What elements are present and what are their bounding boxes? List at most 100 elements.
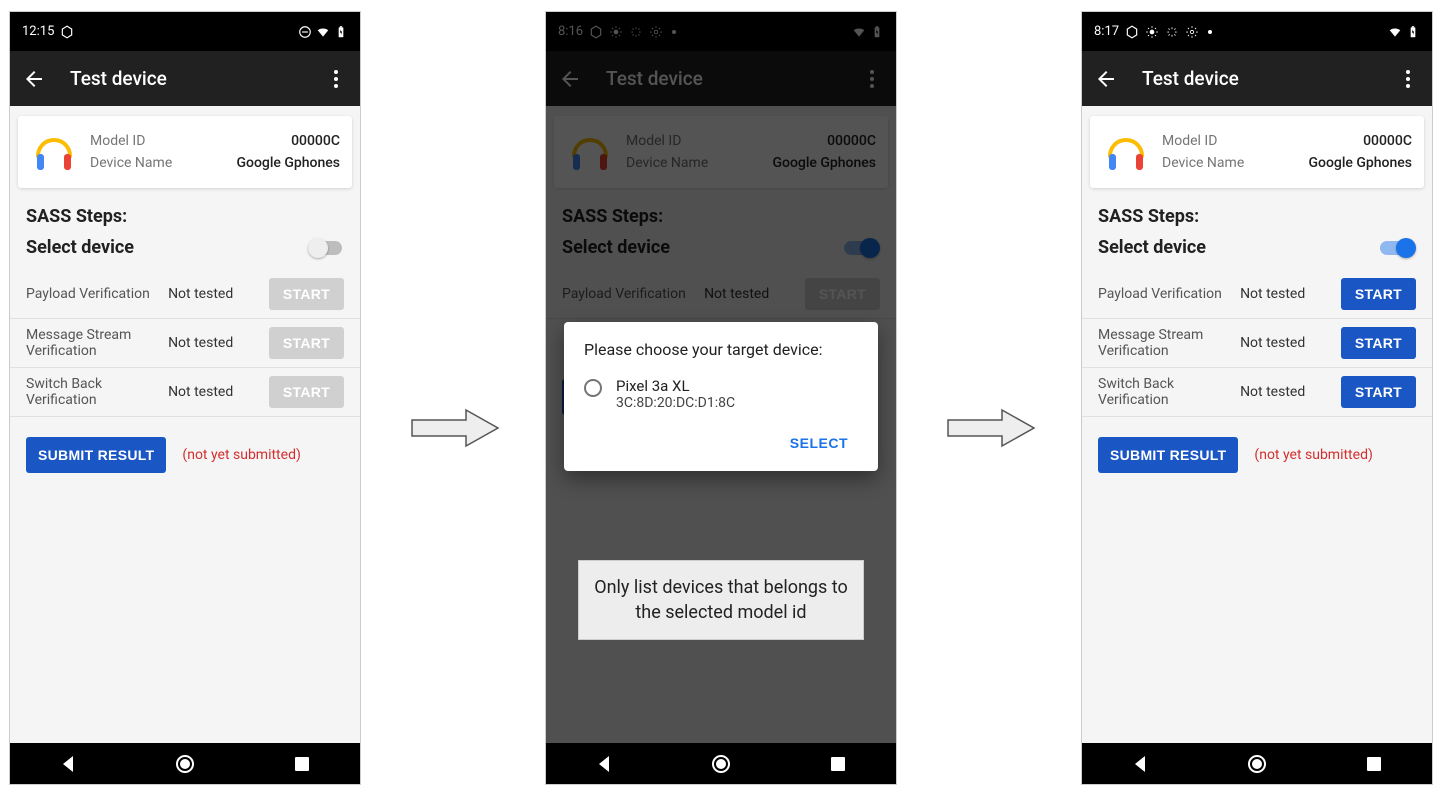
start-button[interactable]: START bbox=[269, 376, 344, 408]
test-row-switch-back: Switch Back Verification Not tested STAR… bbox=[1082, 368, 1432, 417]
nav-back-icon[interactable] bbox=[592, 752, 616, 776]
test-row-message-stream: Message Stream Verification Not tested S… bbox=[10, 319, 360, 368]
device-name-label: Device Name bbox=[1162, 152, 1244, 174]
gear-icon bbox=[1185, 25, 1199, 39]
radio-icon[interactable] bbox=[584, 379, 602, 397]
submit-result-button[interactable]: SUBMIT RESULT bbox=[26, 437, 166, 473]
flow-arrow-icon bbox=[946, 406, 1038, 450]
test-row-switch-back: Switch Back Verification Not tested STAR… bbox=[10, 368, 360, 417]
circle-minus-icon bbox=[298, 25, 312, 39]
overflow-menu-icon[interactable] bbox=[1396, 67, 1420, 91]
nav-bar bbox=[546, 743, 896, 784]
test-name: Payload Verification bbox=[26, 286, 160, 302]
device-info-card: Model ID 00000C Device Name Google Gphones bbox=[1090, 116, 1424, 188]
section-title: SASS Steps: bbox=[1082, 198, 1432, 231]
wifi-icon bbox=[316, 25, 330, 39]
app-title: Test device bbox=[70, 67, 324, 90]
nav-home-icon[interactable] bbox=[709, 752, 733, 776]
flow-arrow-icon bbox=[410, 406, 502, 450]
hexagon-icon bbox=[1125, 25, 1139, 39]
battery-icon bbox=[334, 25, 348, 39]
nav-home-icon[interactable] bbox=[1245, 752, 1269, 776]
nav-back-icon[interactable] bbox=[56, 752, 80, 776]
phone-screen-3: 8:17 Test device Model ID 00000C Device N… bbox=[1081, 11, 1433, 785]
start-button[interactable]: START bbox=[1341, 278, 1416, 310]
status-bar: 8:17 bbox=[1082, 12, 1432, 51]
test-row-payload: Payload Verification Not tested START bbox=[10, 270, 360, 319]
device-name-label: Device Name bbox=[90, 152, 172, 174]
submit-result-button[interactable]: SUBMIT RESULT bbox=[1098, 437, 1238, 473]
content-area: Model ID 00000C Device Name Google Gphones… bbox=[1082, 106, 1432, 743]
start-button[interactable]: START bbox=[1341, 327, 1416, 359]
dot-icon bbox=[1208, 30, 1212, 34]
headphone-icon bbox=[1102, 128, 1150, 176]
nav-recent-icon[interactable] bbox=[290, 752, 314, 776]
test-status: Not tested bbox=[1240, 335, 1333, 351]
select-device-toggle[interactable] bbox=[1380, 238, 1416, 258]
test-status: Not tested bbox=[168, 384, 261, 400]
device-option-mac: 3C:8D:20:DC:D1:8C bbox=[616, 395, 735, 411]
caption-note: Only list devices that belongs to the se… bbox=[578, 560, 864, 640]
status-time: 12:15 bbox=[22, 24, 54, 39]
status-time: 8:17 bbox=[1094, 24, 1119, 39]
select-button[interactable]: SELECT bbox=[780, 427, 858, 459]
battery-icon bbox=[1406, 25, 1420, 39]
spinner-icon bbox=[1165, 25, 1179, 39]
device-option-name: Pixel 3a XL bbox=[616, 377, 735, 395]
test-status: Not tested bbox=[1240, 286, 1333, 302]
device-info-card: Model ID 00000C Device Name Google Gphones bbox=[18, 116, 352, 188]
test-status: Not tested bbox=[168, 335, 261, 351]
nav-recent-icon[interactable] bbox=[1362, 752, 1386, 776]
wifi-icon bbox=[1388, 25, 1402, 39]
back-icon[interactable] bbox=[22, 67, 46, 91]
dialog-title: Please choose your target device: bbox=[584, 340, 858, 359]
sun-icon bbox=[1145, 25, 1159, 39]
not-submitted-text: (not yet submitted) bbox=[1254, 447, 1372, 463]
back-icon[interactable] bbox=[1094, 67, 1118, 91]
select-device-row: Select device bbox=[10, 231, 360, 270]
device-option[interactable]: Pixel 3a XL 3C:8D:20:DC:D1:8C bbox=[584, 373, 858, 423]
model-id-value: 00000C bbox=[1363, 130, 1412, 152]
nav-home-icon[interactable] bbox=[173, 752, 197, 776]
test-name: Payload Verification bbox=[1098, 286, 1232, 302]
test-row-payload: Payload Verification Not tested START bbox=[1082, 270, 1432, 319]
start-button[interactable]: START bbox=[1341, 376, 1416, 408]
select-device-label: Select device bbox=[26, 237, 134, 258]
overflow-menu-icon[interactable] bbox=[324, 67, 348, 91]
model-id-value: 00000C bbox=[291, 130, 340, 152]
test-name: Message Stream Verification bbox=[1098, 327, 1232, 359]
section-title: SASS Steps: bbox=[10, 198, 360, 231]
content-area: Model ID 00000C Device Name Google Gphones… bbox=[10, 106, 360, 743]
test-name: Switch Back Verification bbox=[26, 376, 160, 408]
app-bar: Test device bbox=[10, 51, 360, 106]
headphone-icon bbox=[30, 128, 78, 176]
select-device-label: Select device bbox=[1098, 237, 1206, 258]
start-button[interactable]: START bbox=[269, 278, 344, 310]
start-button[interactable]: START bbox=[269, 327, 344, 359]
not-submitted-text: (not yet submitted) bbox=[182, 447, 300, 463]
model-id-label: Model ID bbox=[1162, 130, 1217, 152]
submit-row: SUBMIT RESULT (not yet submitted) bbox=[10, 417, 360, 493]
device-name-value: Google Gphones bbox=[1308, 152, 1412, 174]
app-bar: Test device bbox=[1082, 51, 1432, 106]
nav-back-icon[interactable] bbox=[1128, 752, 1152, 776]
status-bar: 12:15 bbox=[10, 12, 360, 51]
select-device-row: Select device bbox=[1082, 231, 1432, 270]
nav-bar bbox=[10, 743, 360, 784]
test-name: Message Stream Verification bbox=[26, 327, 160, 359]
phone-screen-2: 8:16 Test device Model ID00000C Device N… bbox=[545, 11, 897, 785]
device-name-value: Google Gphones bbox=[236, 152, 340, 174]
submit-row: SUBMIT RESULT (not yet submitted) bbox=[1082, 417, 1432, 493]
choose-device-dialog: Please choose your target device: Pixel … bbox=[564, 322, 878, 471]
test-name: Switch Back Verification bbox=[1098, 376, 1232, 408]
nav-recent-icon[interactable] bbox=[826, 752, 850, 776]
nav-bar bbox=[1082, 743, 1432, 784]
test-status: Not tested bbox=[168, 286, 261, 302]
app-title: Test device bbox=[1142, 67, 1396, 90]
test-status: Not tested bbox=[1240, 384, 1333, 400]
phone-screen-1: 12:15 Test device Model ID 00000C Device … bbox=[9, 11, 361, 785]
select-device-toggle[interactable] bbox=[308, 238, 344, 258]
test-row-message-stream: Message Stream Verification Not tested S… bbox=[1082, 319, 1432, 368]
model-id-label: Model ID bbox=[90, 130, 145, 152]
hexagon-icon bbox=[60, 25, 74, 39]
